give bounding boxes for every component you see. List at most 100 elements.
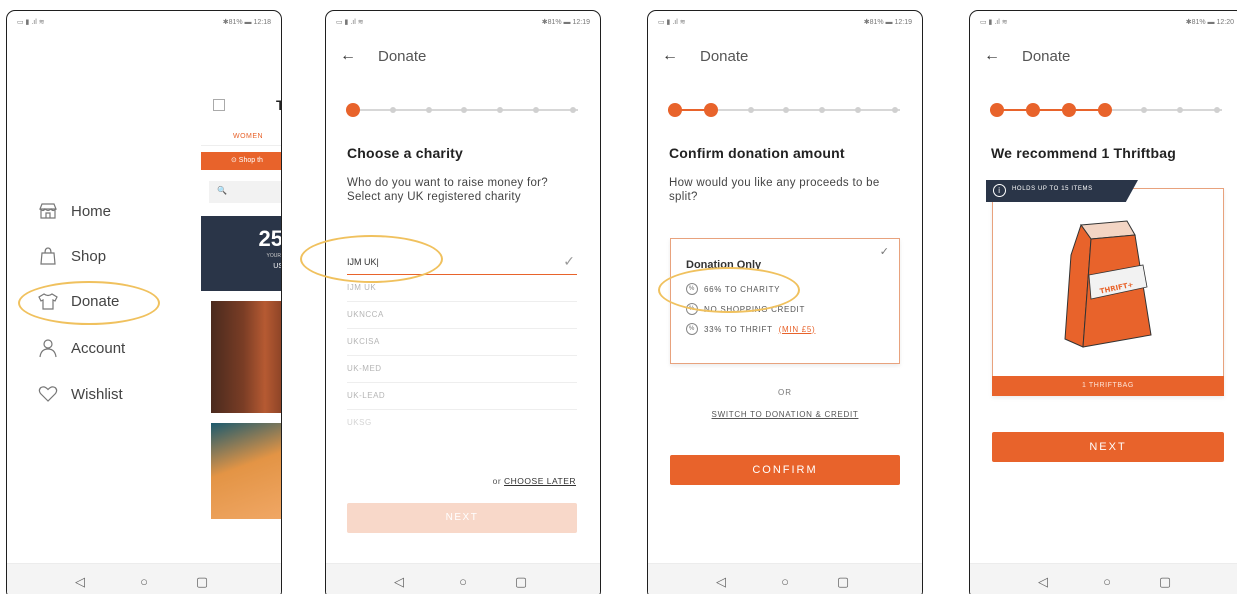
- tshirt-icon: [37, 290, 59, 312]
- status-left: ▭ ▮ .ıl ≋: [980, 19, 1008, 26]
- menu-item-donate[interactable]: Donate: [37, 289, 119, 313]
- tab-women[interactable]: WOMEN: [233, 133, 263, 140]
- suggestion-item[interactable]: UK-LEAD: [347, 383, 577, 410]
- status-right: ✱81% ▬ 12:19: [541, 19, 590, 26]
- menu-toggle-icon[interactable]: [213, 99, 225, 111]
- promo-strip[interactable]: ⊙ Shop th: [201, 152, 281, 170]
- menu-item-wishlist[interactable]: Wishlist: [37, 382, 123, 406]
- step-dot: [1214, 107, 1220, 113]
- percent-icon: %: [686, 283, 698, 295]
- option-title: Donation Only: [686, 259, 762, 271]
- page-heading: We recommend 1 Thriftbag: [991, 145, 1177, 161]
- confirm-button[interactable]: CONFIRM: [670, 455, 900, 485]
- step-dot-active: [1026, 103, 1040, 117]
- menu-item-account[interactable]: Account: [37, 336, 125, 360]
- step-dot: [1141, 107, 1147, 113]
- charity-input-value: IJM UK|: [347, 257, 379, 267]
- promo-banner-small: YOUR: [266, 253, 281, 259]
- step-dot: [426, 107, 432, 113]
- suggestion-item[interactable]: IJM UK: [347, 275, 577, 302]
- back-arrow-icon[interactable]: ←: [662, 47, 680, 65]
- step-dot-active: [346, 103, 360, 117]
- step-dot: [855, 107, 861, 113]
- capacity-text: HOLDS UP TO 15 ITEMS: [1012, 186, 1093, 192]
- nav-recent-icon[interactable]: ▢: [1156, 573, 1174, 591]
- thriftbag-illustration-icon: THRIFT+: [1064, 220, 1152, 348]
- nav-recent-icon[interactable]: ▢: [834, 573, 852, 591]
- status-bar: ▭ ▮ .ıl ≋ ✱81% ▬ 12:18: [17, 18, 271, 30]
- suggestion-item[interactable]: UK-MED: [347, 356, 577, 383]
- nav-home-icon[interactable]: ○: [1098, 573, 1116, 591]
- split-line-text: 66% TO CHARITY: [704, 284, 781, 294]
- progress-stepper: [668, 103, 900, 117]
- switch-donation-credit-link[interactable]: SWITCH TO DONATION & CREDIT: [648, 410, 922, 419]
- nav-back-icon[interactable]: ◁: [1034, 573, 1052, 591]
- nav-back-icon[interactable]: ◁: [390, 573, 408, 591]
- menu-item-label: Shop: [71, 247, 107, 265]
- status-left: ▭ ▮ .ıl ≋: [17, 19, 45, 26]
- screen-title: Donate: [1022, 47, 1071, 65]
- phone-screen-confirm-donation: ▭ ▮ .ıl ≋ ✱81% ▬ 12:19 ← Donate Confirm …: [647, 10, 923, 594]
- info-icon[interactable]: i: [993, 184, 1006, 197]
- status-left: ▭ ▮ .ıl ≋: [658, 19, 686, 26]
- nav-back-icon[interactable]: ◁: [712, 573, 730, 591]
- nav-home-icon[interactable]: ○: [135, 573, 153, 591]
- charity-search-input[interactable]: IJM UK| ✓: [347, 249, 577, 275]
- system-navbar: ◁ ○ ▢: [970, 563, 1237, 594]
- product-image[interactable]: [211, 423, 281, 519]
- split-line-thrift: % 33% TO THRIFT (MIN £5): [686, 323, 815, 335]
- search-input[interactable]: 🔍: [209, 181, 281, 203]
- next-button[interactable]: NEXT: [992, 432, 1224, 462]
- nav-home-icon[interactable]: ○: [776, 573, 794, 591]
- nav-recent-icon[interactable]: ▢: [193, 573, 211, 591]
- product-image[interactable]: [211, 301, 281, 413]
- step-dot: [783, 107, 789, 113]
- thriftbag-card[interactable]: i HOLDS UP TO 15 ITEMS THRIFT+ 1 THRIFTB…: [986, 180, 1224, 396]
- phone-screen-recommend-bag: ▭ ▮ .ıl ≋ ✱81% ▬ 12:20 ← Donate We recom…: [969, 10, 1237, 594]
- next-button-disabled[interactable]: NEXT: [347, 503, 577, 533]
- step-dot: [533, 107, 539, 113]
- promo-banner[interactable]: 25 YOUR US: [201, 216, 282, 291]
- min-amount-link[interactable]: (MIN £5): [779, 325, 816, 334]
- suggestion-item[interactable]: UKCISA: [347, 329, 577, 356]
- page-subtitle: How would you like any proceeds to be sp…: [669, 177, 880, 203]
- step-dot: [570, 107, 576, 113]
- nav-back-icon[interactable]: ◁: [71, 573, 89, 591]
- step-dot-active: [990, 103, 1004, 117]
- choose-later-row: or CHOOSE LATER: [493, 476, 576, 486]
- suggestion-item[interactable]: UKNCCA: [347, 302, 577, 329]
- step-dot: [390, 107, 396, 113]
- menu-item-shop[interactable]: Shop: [37, 244, 106, 268]
- heart-icon: [37, 383, 59, 405]
- status-right: ✱81% ▬ 12:18: [222, 19, 271, 26]
- shopping-bag-icon: [37, 245, 59, 267]
- donation-only-option[interactable]: Donation Only ✓ % 66% TO CHARITY % NO SH…: [670, 238, 900, 364]
- split-line-text: 33% TO THRIFT: [704, 324, 773, 334]
- back-arrow-icon[interactable]: ←: [984, 47, 1002, 65]
- screen-title: Donate: [378, 47, 427, 65]
- page-subtitle: Who do you want to raise money for? Sele…: [347, 177, 548, 203]
- promo-banner-number: 25: [258, 226, 282, 251]
- store-icon: [37, 200, 59, 222]
- step-dot-active: [1062, 103, 1076, 117]
- split-line-text: NO SHOPPING CREDIT: [704, 304, 806, 314]
- user-icon: [37, 337, 59, 359]
- percent-icon: %: [686, 323, 698, 335]
- progress-stepper: [990, 103, 1222, 117]
- app-logo: T: [276, 97, 281, 113]
- progress-stepper: [346, 103, 578, 117]
- page-heading: Choose a charity: [347, 145, 464, 161]
- back-arrow-icon[interactable]: ←: [340, 47, 358, 65]
- system-navbar: ◁ ○ ▢: [7, 563, 281, 594]
- choose-later-link[interactable]: CHOOSE LATER: [504, 476, 576, 486]
- menu-item-label: Account: [71, 339, 126, 357]
- capacity-banner: i HOLDS UP TO 15 ITEMS: [986, 180, 1138, 202]
- nav-recent-icon[interactable]: ▢: [512, 573, 530, 591]
- step-dot: [748, 107, 754, 113]
- suggestion-item[interactable]: UKSG: [347, 410, 577, 437]
- menu-item-home[interactable]: Home: [37, 199, 111, 223]
- status-right: ✱81% ▬ 12:19: [863, 19, 912, 26]
- menu-item-label: Donate: [71, 292, 120, 310]
- nav-home-icon[interactable]: ○: [454, 573, 472, 591]
- status-bar: ▭ ▮ .ıl ≋ ✱81% ▬ 12:20: [980, 18, 1234, 30]
